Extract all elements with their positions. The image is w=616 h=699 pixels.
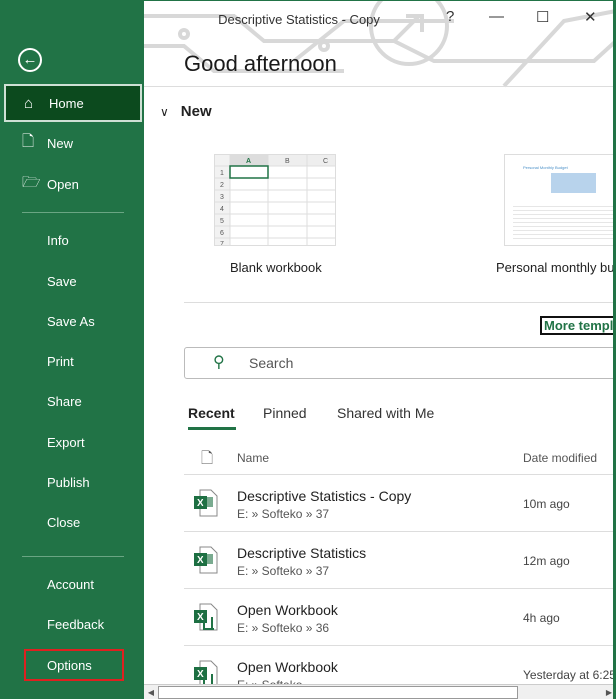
excel-file-icon: X xyxy=(194,546,218,574)
template-label: Personal monthly bud xyxy=(496,260,616,275)
file-date: Yesterday at 6:25 xyxy=(523,668,616,682)
recent-file-row[interactable]: X Descriptive Statistics - Copy E: » Softe… xyxy=(184,474,613,531)
divider xyxy=(22,212,124,213)
divider xyxy=(22,556,124,557)
sidebar-item-publish[interactable]: Publish xyxy=(4,463,142,501)
svg-text:X: X xyxy=(197,498,204,509)
file-name: Open Workbook xyxy=(237,659,338,675)
divider xyxy=(184,302,613,303)
sidebar-item-close[interactable]: Close xyxy=(4,503,142,541)
personal-budget-template[interactable]: Personal Monthly Budget xyxy=(504,154,613,246)
new-document-icon: 🗋 xyxy=(22,132,35,150)
file-path: E: » Softeko » 37 xyxy=(237,507,330,521)
maximize-button[interactable]: ☐ xyxy=(536,8,549,26)
recent-file-row[interactable]: X Open Workbook E: » Softeko » 36 4h ago xyxy=(184,588,613,645)
home-icon: ⌂ xyxy=(24,94,34,112)
svg-text:7: 7 xyxy=(220,241,224,246)
help-button[interactable]: ? xyxy=(446,8,454,25)
search-placeholder: Search xyxy=(249,355,294,371)
sidebar-item-account[interactable]: Account xyxy=(4,565,142,603)
svg-text:X: X xyxy=(197,669,204,680)
tab-shared-with-me[interactable]: Shared with Me xyxy=(337,405,434,421)
file-path: E: » Softeko » 37 xyxy=(237,564,330,578)
chevron-down-icon: ∨ xyxy=(160,105,169,119)
sidebar-item-print[interactable]: Print xyxy=(4,342,142,380)
scroll-right-icon[interactable]: ▶ xyxy=(603,686,613,699)
sidebar-item-open[interactable]: 🗁 Open xyxy=(4,165,142,203)
close-button[interactable]: ✕ xyxy=(584,8,597,26)
excel-file-icon: X xyxy=(194,489,218,517)
folder-open-icon: 🗁 xyxy=(22,173,41,191)
svg-text:3: 3 xyxy=(220,194,224,201)
window-title: Descriptive Statistics - Copy xyxy=(218,12,380,27)
svg-text:2: 2 xyxy=(220,182,224,189)
sidebar-item-label: Open xyxy=(47,176,79,192)
search-input[interactable]: ⚲ Search xyxy=(184,347,613,379)
col-c: C xyxy=(323,158,328,165)
sidebar-item-home[interactable]: ⌂ Home xyxy=(4,84,142,122)
svg-text:X: X xyxy=(197,612,204,623)
scroll-left-icon[interactable]: ◀ xyxy=(145,686,157,699)
col-a: A xyxy=(246,158,251,165)
column-header-name[interactable]: Name xyxy=(237,451,269,465)
search-icon: ⚲ xyxy=(213,354,225,371)
recent-file-row[interactable]: X Descriptive Statistics E: » Softeko » 37… xyxy=(184,531,613,588)
excel-file-icon: X xyxy=(194,603,218,631)
tab-recent[interactable]: Recent xyxy=(188,405,235,421)
minimize-button[interactable]: — xyxy=(489,8,504,25)
arrow-left-icon: ← xyxy=(22,51,38,68)
active-tab-indicator xyxy=(188,427,236,430)
more-templates-link[interactable]: More templa xyxy=(540,316,613,335)
budget-title: Personal Monthly Budget xyxy=(523,165,568,170)
sidebar-item-new[interactable]: 🗋 New xyxy=(4,124,142,162)
sidebar-item-export[interactable]: Export xyxy=(4,423,142,461)
home-pane: Descriptive Statistics - Copy ? — ☐ ✕ Go… xyxy=(144,0,616,699)
sidebar-item-save[interactable]: Save xyxy=(4,262,142,300)
divider xyxy=(144,86,613,87)
sidebar-item-options[interactable]: Options xyxy=(24,649,124,681)
file-name: Open Workbook xyxy=(237,602,338,618)
sidebar-item-share[interactable]: Share xyxy=(4,382,142,420)
horizontal-scrollbar[interactable]: ◀ ▶ xyxy=(144,684,613,699)
svg-text:6: 6 xyxy=(220,230,224,237)
file-type-icon: 🗋 xyxy=(201,450,214,467)
col-b: B xyxy=(285,158,290,165)
back-button[interactable]: ← xyxy=(18,48,42,72)
sidebar-item-label: Home xyxy=(49,95,84,111)
column-header-date[interactable]: Date modified xyxy=(523,451,597,465)
sidebar-item-info[interactable]: Info xyxy=(4,221,142,259)
file-date: 12m ago xyxy=(523,554,570,568)
backstage-sidebar: ← ⌂ Home 🗋 New 🗁 Open Info Save Save As Pri… xyxy=(0,0,144,699)
blank-grid-preview: A B C 1 2 3 4 5 6 7 xyxy=(215,155,335,246)
new-section-toggle[interactable]: ∨ New xyxy=(160,103,212,120)
scrollbar-thumb[interactable] xyxy=(158,686,518,699)
sidebar-item-feedback[interactable]: Feedback xyxy=(4,605,142,643)
file-date: 10m ago xyxy=(523,497,570,511)
file-name: Descriptive Statistics - Copy xyxy=(237,488,412,504)
file-date: 4h ago xyxy=(523,611,560,625)
sidebar-item-save-as[interactable]: Save As xyxy=(4,302,142,340)
svg-text:X: X xyxy=(197,555,204,566)
greeting: Good afternoon xyxy=(184,51,337,76)
file-path: E: » Softeko » 36 xyxy=(237,621,330,635)
tab-pinned[interactable]: Pinned xyxy=(263,405,307,421)
svg-text:1: 1 xyxy=(220,170,224,177)
blank-workbook-template[interactable]: A B C 1 2 3 4 5 6 7 xyxy=(214,154,336,246)
sidebar-item-label: New xyxy=(47,135,74,151)
svg-text:4: 4 xyxy=(220,206,224,213)
svg-text:5: 5 xyxy=(220,218,224,225)
file-name: Descriptive Statistics xyxy=(237,545,367,561)
template-label: Blank workbook xyxy=(230,260,322,275)
section-label: New xyxy=(180,103,212,120)
